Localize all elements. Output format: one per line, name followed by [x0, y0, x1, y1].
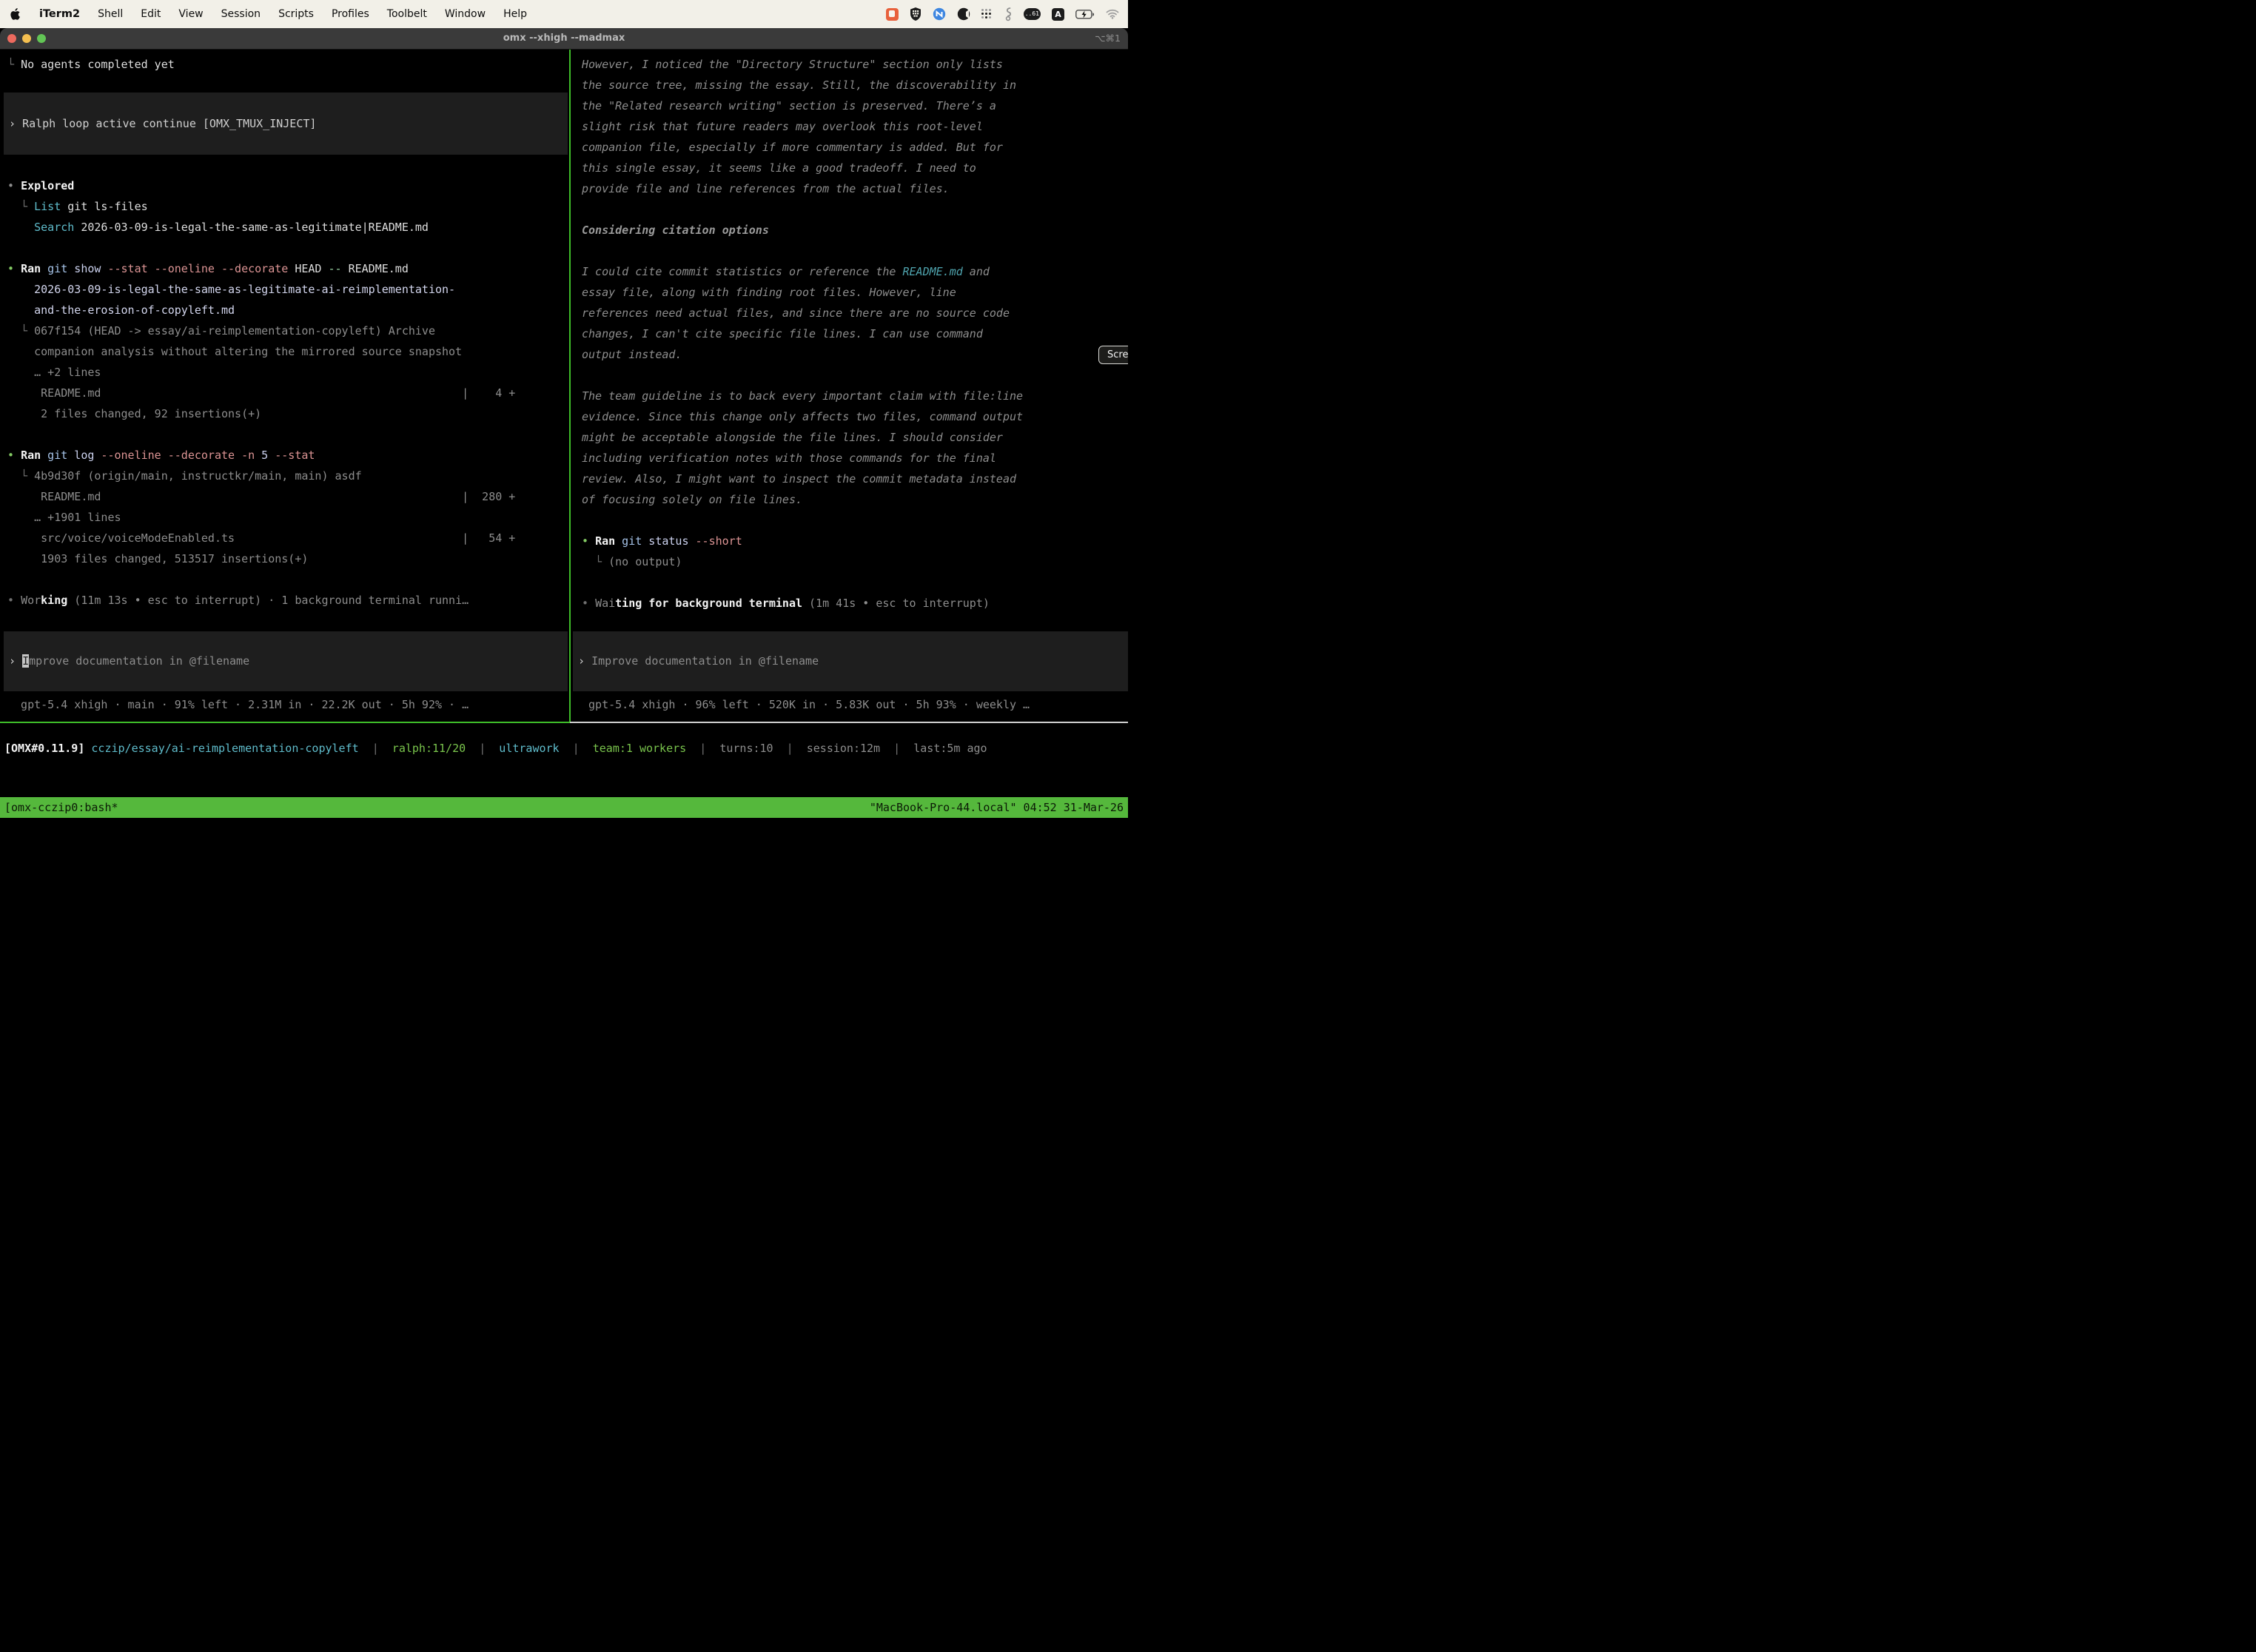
screenshot-bubble-icon[interactable]: [886, 6, 899, 22]
terminal-line: … +1901 lines: [0, 507, 570, 528]
terminal-line: › Improve documentation in @filename: [573, 631, 1128, 691]
screen-tooltip: Scre: [1098, 346, 1128, 364]
menu-item-toolbelt[interactable]: Toolbelt: [387, 8, 427, 20]
terminal-line: • Ran git show --stat --oneline --decora…: [0, 258, 570, 279]
shield-icon[interactable]: [910, 6, 921, 22]
terminal-line: • Working (11m 13s • esc to interrupt) ·…: [0, 590, 570, 611]
terminal-line: references need actual files, and since …: [571, 303, 1128, 323]
blue-badge-icon[interactable]: [933, 6, 946, 22]
terminal-line: … +2 lines: [0, 362, 570, 383]
terminal-line: this single essay, it seems like a good …: [571, 158, 1128, 178]
terminal-line: companion analysis without altering the …: [0, 341, 570, 362]
terminal-line: › Ralph loop active continue [OMX_TMUX_I…: [4, 93, 568, 155]
terminal-line: README.md | 4 +: [0, 383, 570, 403]
ralph-loop-input[interactable]: › Ralph loop active continue [OMX_TMUX_I…: [4, 93, 568, 155]
terminal-line: slight risk that future readers may over…: [571, 116, 1128, 137]
terminal-line: [571, 199, 1128, 220]
dots-grid-icon[interactable]: [981, 6, 993, 22]
terminal-line: might be acceptable alongside the file l…: [571, 427, 1128, 448]
terminal-line: essay file, along with finding root file…: [571, 282, 1128, 303]
menu-item-iterm2[interactable]: iTerm2: [39, 8, 80, 20]
terminal-line: 1903 files changed, 513517 insertions(+): [0, 548, 570, 569]
pane-divider-vertical[interactable]: [569, 50, 571, 722]
window-shortcut-badge: ⌥⌘1: [1095, 28, 1121, 49]
terminal-line: However, I noticed the "Directory Struct…: [571, 54, 1128, 75]
terminal-line: [571, 365, 1128, 386]
menu-item-view[interactable]: View: [178, 8, 203, 20]
right-model-status-line: gpt-5.4 xhigh · 96% left · 520K in · 5.8…: [571, 694, 1128, 715]
terminal-line: I could cite commit statistics or refere…: [571, 261, 1128, 282]
terminal-line: [571, 241, 1128, 261]
menu-item-scripts[interactable]: Scripts: [278, 8, 314, 20]
terminal-line: • Ran git log --oneline --decorate -n 5 …: [0, 445, 570, 466]
terminal-line: companion file, especially if more comme…: [571, 137, 1128, 158]
terminal-line: [0, 238, 570, 258]
terminal-line: └ 4b9d30f (origin/main, instructkr/main,…: [0, 466, 570, 486]
terminal-line: the source tree, missing the essay. Stil…: [571, 75, 1128, 95]
omx-status-line: [OMX#0.11.9] cczip/essay/ai-reimplementa…: [4, 738, 1128, 759]
squiggle-icon[interactable]: [1004, 6, 1013, 22]
terminal-line: └ No agents completed yet: [0, 54, 570, 75]
letter-a-badge-icon[interactable]: A: [1052, 6, 1064, 22]
apple-logo-icon[interactable]: [10, 6, 21, 22]
terminal-line: output instead.: [571, 344, 1128, 365]
terminal-line: README.md | 280 +: [0, 486, 570, 507]
omx-status-pane: [OMX#0.11.9] cczip/essay/ai-reimplementa…: [0, 723, 1128, 797]
terminal-line: [571, 572, 1128, 593]
crescent-icon[interactable]: [957, 6, 970, 22]
terminal-line: of focusing solely on file lines.: [571, 489, 1128, 510]
menu-items: iTerm2 Shell Edit View Session Scripts P…: [10, 6, 527, 22]
menu-item-help[interactable]: Help: [503, 8, 527, 20]
terminal-line: └ (no output): [571, 551, 1128, 572]
terminal-line: [0, 569, 570, 590]
terminal-line: Search 2026-03-09-is-legal-the-same-as-l…: [0, 217, 570, 238]
terminal-line: 2026-03-09-is-legal-the-same-as-legitima…: [0, 279, 570, 300]
left-model-status-line: gpt-5.4 xhigh · main · 91% left · 2.31M …: [0, 694, 570, 715]
tmux-status-bar: [omx-cczip0:bash* "MacBook-Pro-44.local"…: [0, 797, 1128, 818]
terminal-line: • Explored: [0, 175, 570, 196]
count-badge-icon[interactable]: ..61: [1024, 6, 1041, 22]
terminal-line: └ List git ls-files: [0, 196, 570, 217]
left-terminal-pane: └ No agents completed yet › Ralph loop a…: [0, 50, 570, 722]
tmux-session-label: [omx-cczip0:bash*: [4, 797, 118, 818]
tmux-host-clock-label: "MacBook-Pro-44.local" 04:52 31-Mar-26: [870, 797, 1124, 818]
terminal-line: [0, 424, 570, 445]
terminal-line: gpt-5.4 xhigh · 96% left · 520K in · 5.8…: [571, 694, 1128, 715]
menu-item-profiles[interactable]: Profiles: [332, 8, 369, 20]
menu-item-shell[interactable]: Shell: [98, 8, 123, 20]
terminal-line: the "Related research writing" section i…: [571, 95, 1128, 116]
terminal-line: including verification notes with those …: [571, 448, 1128, 469]
terminal-line: changes, I can't cite specific file line…: [571, 323, 1128, 344]
menu-item-window[interactable]: Window: [445, 8, 486, 20]
right-terminal-pane: However, I noticed the "Directory Struct…: [571, 50, 1128, 722]
terminal-line: [571, 510, 1128, 531]
terminal-line: 2 files changed, 92 insertions(+): [0, 403, 570, 424]
terminal-line: and-the-erosion-of-copyleft.md: [0, 300, 570, 320]
terminal-line: └ 067f154 (HEAD -> essay/ai-reimplementa…: [0, 320, 570, 341]
terminal-area: └ No agents completed yet › Ralph loop a…: [0, 50, 1128, 826]
menu-item-edit[interactable]: Edit: [141, 8, 161, 20]
window-title-bar: omx --xhigh --madmax ⌥⌘1: [0, 28, 1128, 50]
window-title: omx --xhigh --madmax: [0, 28, 1128, 49]
menu-status-icons: ..61 A: [886, 6, 1119, 22]
left-prompt-input[interactable]: › Improve documentation in @filename: [4, 631, 568, 691]
terminal-line: • Waiting for background terminal (1m 41…: [571, 593, 1128, 614]
menu-item-session[interactable]: Session: [221, 8, 261, 20]
terminal-line: gpt-5.4 xhigh · main · 91% left · 2.31M …: [0, 694, 570, 715]
terminal-line: Considering citation options: [571, 220, 1128, 241]
terminal-line: evidence. Since this change only affects…: [571, 406, 1128, 427]
terminal-line: src/voice/voiceModeEnabled.ts | 54 +: [0, 528, 570, 548]
wifi-icon[interactable]: [1106, 6, 1119, 22]
macos-menu-bar: iTerm2 Shell Edit View Session Scripts P…: [0, 0, 1128, 28]
terminal-line: • Ran git status --short: [571, 531, 1128, 551]
iterm2-window: omx --xhigh --madmax ⌥⌘1 └ No agents com…: [0, 28, 1128, 826]
right-prompt-input[interactable]: › Improve documentation in @filename: [573, 631, 1128, 691]
terminal-line: provide file and line references from th…: [571, 178, 1128, 199]
terminal-line: review. Also, I might want to inspect th…: [571, 469, 1128, 489]
battery-icon[interactable]: [1075, 6, 1095, 22]
terminal-line: › Improve documentation in @filename: [4, 631, 568, 691]
terminal-line: The team guideline is to back every impo…: [571, 386, 1128, 406]
terminal-line: [OMX#0.11.9] cczip/essay/ai-reimplementa…: [4, 738, 1128, 759]
